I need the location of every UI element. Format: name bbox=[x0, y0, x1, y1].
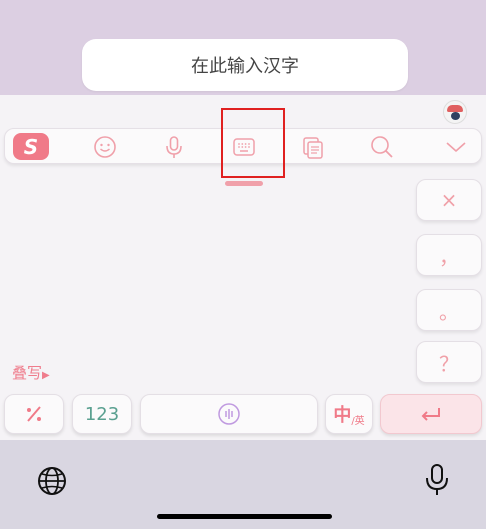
play-arrow-icon: ▶ bbox=[42, 370, 50, 381]
search-icon[interactable] bbox=[367, 134, 397, 160]
symbol-key[interactable] bbox=[4, 394, 64, 434]
mascot-icon[interactable] bbox=[443, 100, 467, 124]
active-tab-indicator bbox=[225, 181, 263, 186]
language-toggle-key[interactable]: 中/英 bbox=[325, 394, 373, 434]
delete-key[interactable]: × bbox=[416, 179, 482, 221]
voice-wave-icon bbox=[218, 403, 240, 425]
globe-icon[interactable] bbox=[36, 465, 68, 501]
percent-slash-icon bbox=[27, 406, 41, 422]
return-arrow-icon bbox=[421, 408, 440, 421]
collapse-icon[interactable] bbox=[441, 134, 471, 160]
sogou-logo-icon[interactable]: S bbox=[13, 133, 49, 160]
handwriting-label-text: 叠写 bbox=[12, 364, 43, 382]
enter-key[interactable] bbox=[380, 394, 482, 434]
period-key[interactable]: 。 bbox=[416, 289, 482, 331]
clipboard-icon[interactable] bbox=[298, 134, 328, 160]
numbers-key[interactable]: 123 bbox=[72, 394, 132, 434]
handwriting-mode-label[interactable]: 叠写▶ bbox=[12, 362, 50, 383]
lang-sub-label: /英 bbox=[351, 415, 365, 427]
question-key[interactable]: ？ bbox=[416, 341, 482, 383]
dictation-microphone-icon[interactable] bbox=[424, 462, 450, 502]
microphone-icon[interactable] bbox=[159, 134, 189, 160]
emoji-icon[interactable] bbox=[90, 134, 120, 160]
lang-main-label: 中 bbox=[333, 405, 352, 426]
text-input-field[interactable]: 在此输入汉字 bbox=[82, 39, 408, 91]
comma-key[interactable]: ， bbox=[416, 234, 482, 276]
selection-highlight-box bbox=[221, 108, 285, 178]
home-indicator[interactable] bbox=[157, 514, 332, 519]
space-key[interactable] bbox=[140, 394, 318, 434]
